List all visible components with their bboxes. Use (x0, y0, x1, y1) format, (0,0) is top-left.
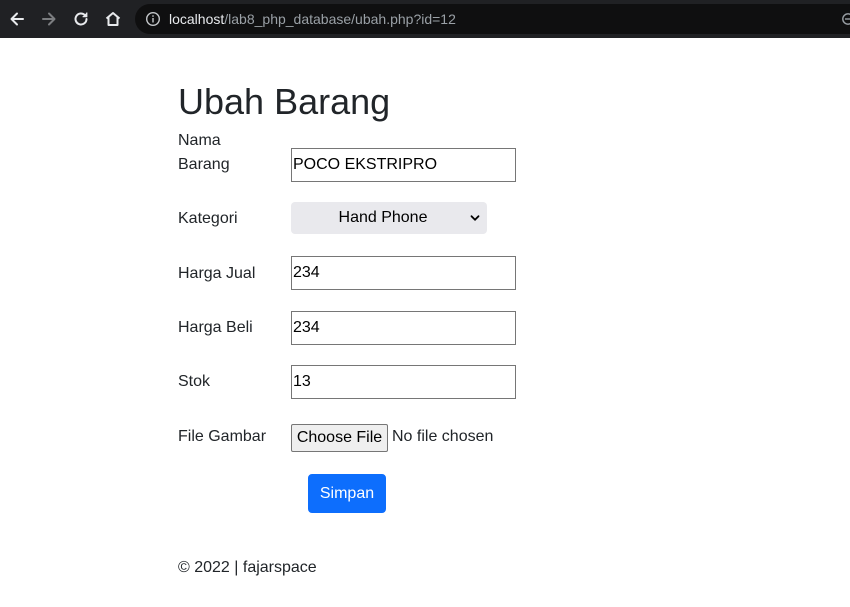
harga-jual-input[interactable] (291, 256, 516, 290)
footer-text: © 2022 | fajarspace (178, 559, 317, 576)
browser-toolbar: localhost/lab8_php_database/ubah.php?id=… (0, 0, 850, 38)
file-gambar-label: File Gambar (178, 428, 267, 445)
stok-label: Stok (178, 373, 211, 390)
site-settings-icon[interactable] (841, 12, 850, 26)
simpan-button[interactable]: Simpan (308, 474, 386, 513)
nama-barang-input[interactable] (291, 148, 516, 182)
kategori-label: Kategori (178, 210, 238, 227)
home-icon (105, 12, 121, 26)
chevron-down-icon (470, 215, 480, 221)
kategori-selected-value: Hand Phone (338, 209, 428, 226)
nama-label-line1: Nama (178, 132, 221, 149)
harga-beli-label: Harga Beli (178, 319, 253, 336)
home-button[interactable] (101, 7, 125, 31)
arrow-right-icon (42, 12, 56, 26)
kategori-select[interactable]: Hand Phone (291, 202, 487, 234)
url-text[interactable]: localhost/lab8_php_database/ubah.php?id=… (169, 11, 456, 27)
info-icon[interactable] (145, 11, 161, 27)
reload-icon (74, 12, 88, 26)
url-path: /lab8_php_database/ubah.php?id=12 (224, 11, 456, 27)
harga-beli-input[interactable] (291, 311, 516, 345)
nama-label-line2: Barang (178, 156, 230, 173)
reload-button[interactable] (69, 7, 93, 31)
url-host: localhost (169, 11, 225, 27)
page-title: Ubah Barang (178, 81, 391, 122)
harga-jual-label: Harga Jual (178, 265, 256, 282)
address-bar[interactable]: localhost/lab8_php_database/ubah.php?id=… (135, 4, 850, 34)
choose-file-button[interactable]: Choose File (291, 424, 388, 452)
arrow-left-icon (10, 12, 24, 26)
stok-input[interactable] (291, 365, 516, 399)
back-button[interactable] (5, 7, 29, 31)
forward-button[interactable] (37, 7, 61, 31)
nama-barang-label: Nama Barang (178, 129, 238, 177)
file-status-text: No file chosen (392, 428, 494, 445)
